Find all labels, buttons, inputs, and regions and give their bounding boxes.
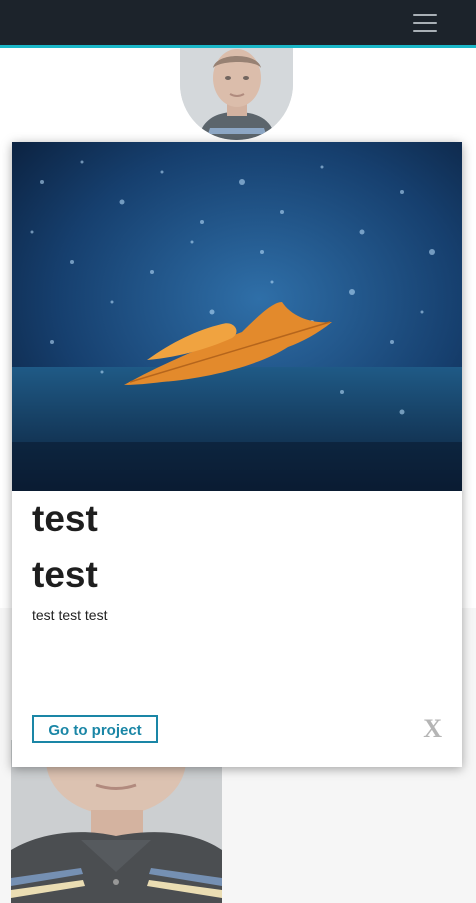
hamburger-menu-icon[interactable] <box>413 12 437 33</box>
modal-title: test <box>32 498 98 539</box>
close-icon[interactable]: X <box>423 714 442 744</box>
modal-description: test test test <box>32 607 108 623</box>
leaf-on-water-photo <box>12 142 462 491</box>
top-navbar <box>0 0 476 48</box>
project-modal: test test test test test Go to project X <box>12 142 462 767</box>
modal-subtitle: test <box>32 554 98 595</box>
go-to-project-button[interactable]: Go to project <box>32 715 158 743</box>
